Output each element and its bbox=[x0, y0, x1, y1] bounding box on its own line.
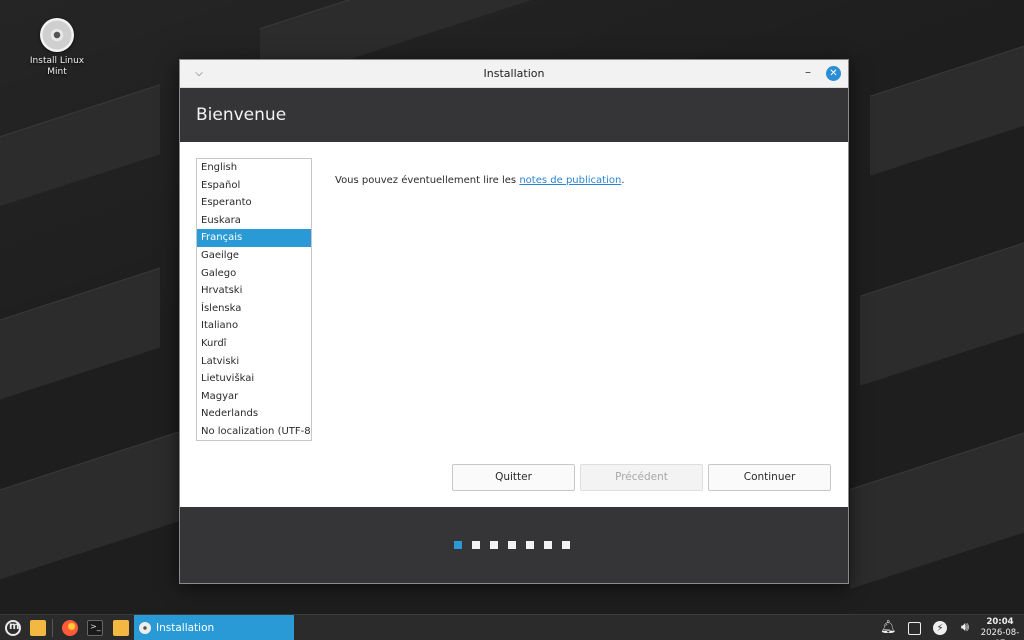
volume-icon[interactable]: 🔊︎ bbox=[957, 620, 973, 636]
terminal-icon[interactable]: >_ bbox=[87, 620, 103, 636]
progress-step-dot bbox=[508, 541, 516, 549]
progress-step-dot bbox=[544, 541, 552, 549]
background-tile bbox=[870, 24, 1024, 176]
clock-date: 2026-08-07 bbox=[980, 628, 1020, 640]
title-bar[interactable]: ⌵ Installation – ✕ bbox=[180, 60, 848, 88]
taskbar-item-label: Installation bbox=[156, 622, 215, 634]
page-title: Bienvenue bbox=[196, 105, 287, 125]
language-list[interactable]: English Español Esperanto Euskara Français Ga… bbox=[196, 158, 312, 441]
folder-icon[interactable] bbox=[113, 620, 129, 636]
install-linux-mint-desktop-icon[interactable]: Install Linux Mint bbox=[22, 18, 92, 78]
continue-button[interactable]: Continuer bbox=[708, 464, 831, 491]
installer-window: ⌵ Installation – ✕ Bienvenue English Espa… bbox=[179, 59, 849, 584]
language-option[interactable]: Italiano bbox=[197, 317, 311, 335]
language-option[interactable]: Hrvatski bbox=[197, 282, 311, 300]
progress-step-dot bbox=[526, 541, 534, 549]
clock[interactable]: 20:04 2026-08-07 bbox=[978, 617, 1022, 640]
progress-step-dot bbox=[472, 541, 480, 549]
release-notes-link[interactable]: notes de publication bbox=[519, 175, 621, 186]
language-option[interactable]: Íslenska bbox=[197, 300, 311, 318]
background-tile bbox=[850, 411, 1024, 589]
language-option[interactable]: Esperanto bbox=[197, 194, 311, 212]
language-option[interactable]: Kurdî bbox=[197, 335, 311, 353]
language-option[interactable]: Magyar bbox=[197, 388, 311, 406]
content-area: English Español Esperanto Euskara Français Ga… bbox=[180, 142, 848, 508]
desktop-icon-label: Install Linux Mint bbox=[29, 56, 85, 77]
language-option[interactable]: No localization (UTF-8) bbox=[197, 423, 311, 440]
background-tile bbox=[860, 224, 1024, 386]
language-option[interactable]: Gaeilge bbox=[197, 247, 311, 265]
release-notes-suffix: . bbox=[621, 175, 625, 186]
progress-step-dot bbox=[562, 541, 570, 549]
taskbar-separator bbox=[52, 619, 53, 637]
language-option[interactable]: English bbox=[197, 159, 311, 177]
minimize-button[interactable]: – bbox=[801, 66, 815, 80]
release-notes-text: Vous pouvez éventuellement lire les note… bbox=[335, 175, 625, 186]
back-button[interactable]: Précédent bbox=[580, 464, 703, 491]
progress-step-dot bbox=[454, 541, 462, 549]
language-option[interactable]: Latviski bbox=[197, 353, 311, 371]
background-tile bbox=[0, 424, 200, 606]
background-tile bbox=[0, 267, 160, 413]
progress-step-dot bbox=[490, 541, 498, 549]
window-title: Installation bbox=[483, 67, 545, 80]
linux-mint-menu-icon[interactable] bbox=[5, 620, 21, 636]
language-option[interactable]: Galego bbox=[197, 265, 311, 283]
power-icon[interactable]: ⚡︎ bbox=[932, 620, 948, 636]
quit-button[interactable]: Quitter bbox=[452, 464, 575, 491]
progress-footer bbox=[180, 507, 848, 583]
release-notes-prefix: Vous pouvez éventuellement lire les bbox=[335, 175, 517, 186]
cd-disc-icon bbox=[139, 622, 151, 634]
page-header: Bienvenue bbox=[180, 88, 848, 142]
bell-icon[interactable]: 🔔︎ bbox=[880, 620, 897, 636]
language-option[interactable]: Français bbox=[197, 229, 311, 247]
background-tile bbox=[0, 84, 160, 226]
files-icon[interactable] bbox=[30, 620, 46, 636]
firefox-icon[interactable] bbox=[62, 620, 78, 636]
display-icon[interactable] bbox=[906, 620, 922, 636]
language-option[interactable]: Español bbox=[197, 177, 311, 195]
close-button[interactable]: ✕ bbox=[826, 66, 841, 81]
taskbar-item-installation[interactable]: Installation bbox=[134, 615, 294, 640]
taskbar: >_ Installation 🔔︎ ⚡︎ 🔊︎ 20:04 2026-08-0… bbox=[0, 614, 1024, 640]
language-option[interactable]: Euskara bbox=[197, 212, 311, 230]
language-option[interactable]: Lietuviškai bbox=[197, 370, 311, 388]
cd-disc-icon bbox=[40, 18, 74, 52]
clock-time: 20:04 bbox=[986, 617, 1014, 627]
language-option[interactable]: Nederlands bbox=[197, 405, 311, 423]
